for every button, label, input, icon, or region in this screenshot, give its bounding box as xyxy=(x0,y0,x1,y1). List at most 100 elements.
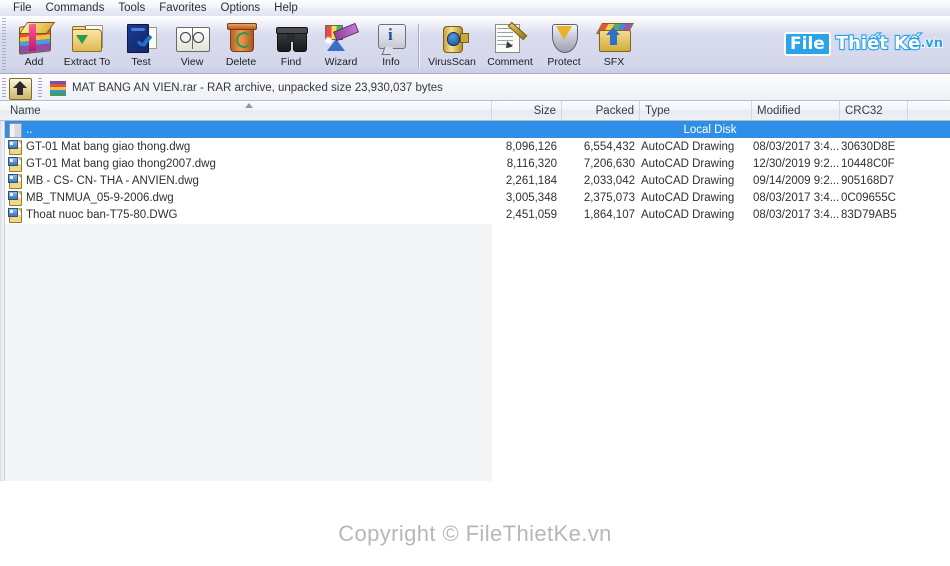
toolbar-label-add: Add xyxy=(24,56,44,68)
file-packed: 7,206,630 xyxy=(583,157,635,170)
file-name-cell: GT-01 Mat bang giao thong.dwg xyxy=(8,139,191,155)
toolbar-label-wizard: Wizard xyxy=(324,56,358,68)
toolbar-label-find: Find xyxy=(280,56,302,68)
file-size: 8,096,126 xyxy=(505,140,557,153)
file-name-cell: MB_TNMUA_05-9-2006.dwg xyxy=(8,190,174,206)
file-modified: 08/03/2017 3:4... xyxy=(753,208,840,221)
file-crc32: 83D79AB5 xyxy=(841,208,897,221)
table-row[interactable]: GT-01 Mat bang giao thong.dwg 8,096,126 … xyxy=(5,138,950,155)
file-name: GT-01 Mat bang giao thong.dwg xyxy=(26,140,191,153)
toolbar-button-test[interactable]: Test xyxy=(115,20,167,72)
menu-item-help[interactable]: Help xyxy=(267,1,305,15)
file-crc32: 905168D7 xyxy=(841,174,895,187)
toolbar-button-view[interactable]: View xyxy=(166,20,218,72)
file-name-cell: MB - CS- CN- THA - ANVIEN.dwg xyxy=(8,173,199,189)
archive-add-icon xyxy=(17,22,56,55)
file-name-cell: Thoat nuoc ban-T75-80.DWG xyxy=(8,207,178,223)
column-header-filler xyxy=(908,101,950,120)
toolbar-button-delete[interactable]: Delete xyxy=(215,20,267,72)
file-list-empty-area[interactable] xyxy=(5,224,492,481)
toolbar-label-test: Test xyxy=(131,56,151,68)
toolbar-grip[interactable] xyxy=(2,18,6,72)
menu-item-favorites[interactable]: Favorites xyxy=(152,1,213,15)
file-crc32: 30630D8E xyxy=(841,140,896,153)
file-name: MB - CS- CN- THA - ANVIEN.dwg xyxy=(26,174,199,187)
autocad-file-icon xyxy=(8,173,22,189)
up-one-level-button[interactable] xyxy=(9,78,32,100)
folder-extract-icon xyxy=(70,22,104,55)
toolbar-label-virusscan: VirusScan xyxy=(428,56,476,68)
sort-ascending-icon xyxy=(245,103,253,108)
file-size: 2,261,184 xyxy=(505,174,557,187)
menu-bar: File Commands Tools Favorites Options He… xyxy=(0,0,950,16)
recycle-bin-icon xyxy=(224,22,258,55)
archive-path-display[interactable]: MAT BANG AN VIEN.rar - RAR archive, unpa… xyxy=(50,75,443,101)
menu-item-file[interactable]: File xyxy=(6,1,39,15)
menu-item-tools[interactable]: Tools xyxy=(111,1,152,15)
toolbar-label-view: View xyxy=(180,56,204,68)
toolbar-label-comment: Comment xyxy=(487,56,533,68)
toolbar-button-add[interactable]: Add xyxy=(8,20,60,72)
address-bar-grip-2[interactable] xyxy=(38,78,42,98)
test-check-icon xyxy=(124,22,158,55)
table-row-parent[interactable]: .. Local Disk xyxy=(5,121,950,138)
file-size: 3,005,348 xyxy=(505,191,557,204)
toolbar-button-find[interactable]: Find xyxy=(265,20,317,72)
file-name: Thoat nuoc ban-T75-80.DWG xyxy=(26,208,178,221)
toolbar-button-virusscan[interactable]: VirusScan xyxy=(426,20,478,72)
toolbar-label-protect: Protect xyxy=(547,56,581,68)
rar-archive-icon xyxy=(50,81,66,96)
file-list-rows: .. Local Disk GT-01 Mat bang giao thong.… xyxy=(5,121,950,223)
open-book-icon xyxy=(175,22,210,55)
parent-row-name-cell: .. xyxy=(8,123,32,138)
toolbar-button-extract-to[interactable]: Extract To xyxy=(61,20,113,72)
file-crc32: 0C09655C xyxy=(841,191,896,204)
file-type: AutoCAD Drawing xyxy=(641,157,735,170)
toolbar-label-extract-to: Extract To xyxy=(63,56,111,68)
logo-thietke-text: Thiết Kế xyxy=(835,32,922,54)
table-row[interactable]: MB_TNMUA_05-9-2006.dwg 3,005,348 2,375,0… xyxy=(5,189,950,206)
winrar-window: File Commands Tools Favorites Options He… xyxy=(0,0,950,566)
column-header-crc32[interactable]: CRC32 xyxy=(840,101,908,120)
table-row[interactable]: GT-01 Mat bang giao thong2007.dwg 8,116,… xyxy=(5,155,950,172)
toolbar-button-comment[interactable]: Comment xyxy=(484,20,536,72)
toolbar-button-protect[interactable]: Protect xyxy=(538,20,590,72)
toolbar-button-sfx[interactable]: SFX xyxy=(588,20,640,72)
autocad-file-icon xyxy=(8,139,22,155)
virus-spray-icon xyxy=(435,22,469,55)
menu-item-options[interactable]: Options xyxy=(214,1,268,15)
file-modified: 09/14/2009 9:2... xyxy=(753,174,840,187)
file-type: AutoCAD Drawing xyxy=(641,140,735,153)
toolbar-button-info[interactable]: i Info xyxy=(365,20,417,72)
file-list-panel: Name Size Packed Type Modified CRC32 .. … xyxy=(0,101,950,481)
file-packed: 1,864,107 xyxy=(583,208,635,221)
autocad-file-icon xyxy=(8,207,22,223)
shield-icon xyxy=(547,22,581,55)
logo-vn-text: .vn xyxy=(920,35,944,52)
archive-info-text: MAT BANG AN VIEN.rar - RAR archive, unpa… xyxy=(72,82,443,94)
file-size: 8,116,320 xyxy=(506,157,557,170)
menu-item-commands[interactable]: Commands xyxy=(39,1,112,15)
file-packed: 2,033,042 xyxy=(583,174,635,187)
up-arrow-icon xyxy=(13,81,27,95)
column-header-modified[interactable]: Modified xyxy=(752,101,840,120)
toolbar-button-wizard[interactable]: Wizard xyxy=(315,20,367,72)
column-header-type[interactable]: Type xyxy=(640,101,752,120)
file-packed: 6,554,432 xyxy=(583,140,635,153)
toolbar-separator xyxy=(418,24,420,68)
file-name: MB_TNMUA_05-9-2006.dwg xyxy=(26,191,174,204)
file-type: AutoCAD Drawing xyxy=(641,174,735,187)
table-row[interactable]: Thoat nuoc ban-T75-80.DWG 2,451,059 1,86… xyxy=(5,206,950,223)
file-type: AutoCAD Drawing xyxy=(641,191,735,204)
toolbar-label-sfx: SFX xyxy=(603,56,625,68)
file-packed: 2,375,073 xyxy=(583,191,635,204)
column-header-size[interactable]: Size xyxy=(492,101,562,120)
table-row[interactable]: MB - CS- CN- THA - ANVIEN.dwg 2,261,184 … xyxy=(5,172,950,189)
binoculars-icon xyxy=(274,22,308,55)
address-bar-grip[interactable] xyxy=(2,78,6,98)
file-name: GT-01 Mat bang giao thong2007.dwg xyxy=(26,157,216,170)
column-header-packed[interactable]: Packed xyxy=(562,101,640,120)
file-type: AutoCAD Drawing xyxy=(641,208,735,221)
local-disk-status: Local Disk xyxy=(683,123,737,136)
sfx-box-icon xyxy=(596,22,634,55)
